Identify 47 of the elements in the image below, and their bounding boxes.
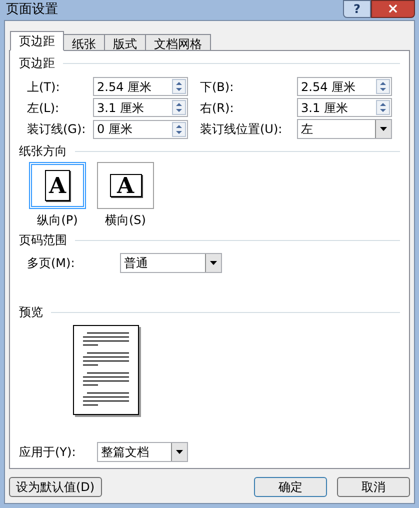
dropdown-button[interactable] bbox=[171, 443, 187, 461]
ok-button[interactable]: 确定 bbox=[254, 477, 327, 497]
field-label: 上(T): bbox=[26, 78, 61, 96]
field-label: 装订线(G): bbox=[26, 121, 87, 138]
orientation-option[interactable]: A bbox=[97, 162, 154, 209]
dropdown-button[interactable] bbox=[205, 254, 221, 272]
help-button[interactable]: ? bbox=[343, 0, 371, 18]
spin-field[interactable]: 2.54 厘米 bbox=[297, 77, 392, 96]
field-label: 应用于(Y): bbox=[19, 444, 77, 461]
spinner-icon[interactable] bbox=[172, 122, 186, 136]
tab[interactable]: 文档网格 bbox=[145, 34, 211, 51]
portrait-page-icon: A bbox=[45, 170, 70, 201]
spinner-icon[interactable] bbox=[172, 79, 186, 94]
spin-field[interactable]: 3.1 厘米 bbox=[297, 98, 392, 117]
field-label: 右(R): bbox=[200, 100, 235, 116]
spin-field[interactable]: 3.1 厘米 bbox=[93, 98, 188, 117]
orientation-label: 横向(S) bbox=[105, 212, 146, 229]
tab[interactable]: 页边距 bbox=[10, 31, 64, 51]
section-title: 纸张方向 bbox=[19, 143, 67, 160]
orientation-label: 纵向(P) bbox=[37, 212, 78, 229]
section-title: 页边距 bbox=[19, 55, 55, 72]
section-title: 页码范围 bbox=[19, 232, 67, 249]
spin-field[interactable]: 0 厘米 bbox=[93, 120, 188, 138]
field-label: 多页(M): bbox=[27, 255, 76, 272]
caret-icon bbox=[176, 450, 183, 454]
tab[interactable]: 纸张 bbox=[63, 34, 105, 51]
cancel-button[interactable]: 取消 bbox=[337, 477, 410, 497]
field-label: 下(B): bbox=[200, 78, 235, 96]
landscape-page-icon: A bbox=[110, 174, 142, 197]
spinner-icon[interactable] bbox=[376, 100, 390, 115]
spin-field[interactable]: 2.54 厘米 bbox=[93, 77, 188, 96]
dropdown-field[interactable]: 整篇文档 bbox=[97, 442, 188, 462]
dropdown-field[interactable]: 普通 bbox=[120, 253, 222, 273]
caret-icon bbox=[210, 261, 217, 265]
close-button[interactable]: × bbox=[371, 0, 415, 18]
window-title: 页面设置 bbox=[5, 1, 58, 20]
set-default-button[interactable]: 设为默认值(D) bbox=[9, 477, 102, 497]
dropdown-field[interactable]: 左 bbox=[297, 119, 392, 139]
dropdown-button[interactable] bbox=[375, 120, 391, 138]
tab[interactable]: 版式 bbox=[104, 34, 146, 51]
caret-icon bbox=[380, 127, 387, 131]
orientation-option[interactable]: A bbox=[29, 162, 86, 209]
spinner-icon[interactable] bbox=[376, 79, 390, 94]
section-title: 预览 bbox=[19, 304, 43, 321]
field-label: 左(L): bbox=[26, 100, 60, 116]
field-label: 装订线位置(U): bbox=[200, 121, 284, 138]
spinner-icon[interactable] bbox=[172, 100, 186, 115]
